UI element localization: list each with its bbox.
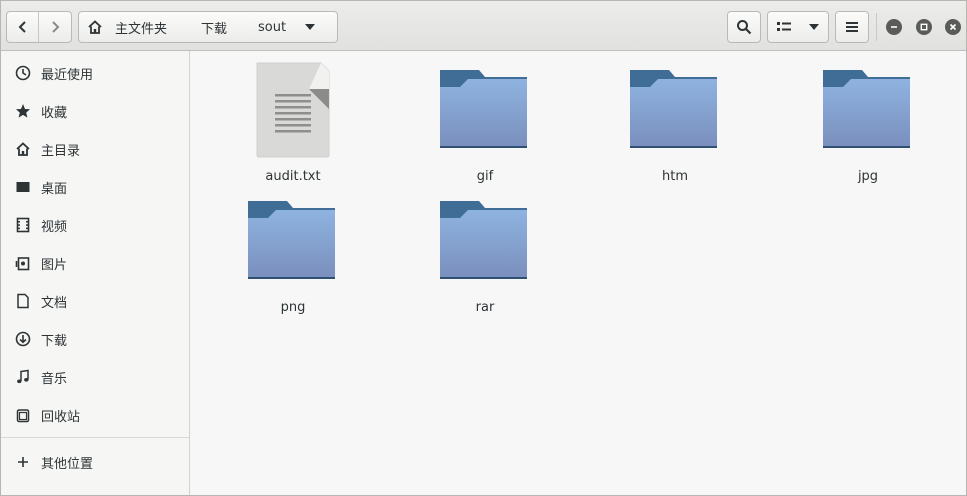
- recent-icon: [15, 65, 31, 81]
- star-icon: [15, 103, 31, 119]
- home-icon: [88, 20, 102, 34]
- menu-button[interactable]: [835, 11, 869, 43]
- sidebar-separator: [1, 437, 189, 438]
- maximize-button[interactable]: [916, 19, 932, 35]
- folder-item[interactable]: png: [223, 192, 363, 317]
- folder-item[interactable]: htm: [605, 61, 745, 186]
- file-item[interactable]: audit.txt: [223, 61, 363, 186]
- sidebar-item-starred[interactable]: 收藏: [1, 92, 189, 128]
- history-nav-group: [6, 11, 72, 43]
- header-separator: [876, 13, 877, 41]
- home-icon: [15, 141, 31, 157]
- folder-icon: [630, 70, 717, 148]
- folder-icon: [823, 70, 910, 148]
- header-bar: 主文件夹 下载 sout: [1, 1, 966, 51]
- view-options-group: [767, 11, 829, 43]
- picture-icon: [15, 255, 31, 271]
- search-icon: [737, 20, 752, 35]
- close-button[interactable]: [945, 19, 961, 35]
- sidebar-item-home[interactable]: 主目录: [1, 130, 189, 166]
- path-bar: 主文件夹 下载 sout: [78, 11, 338, 43]
- caret-down-icon: [809, 24, 819, 30]
- file-name: gif: [476, 169, 494, 184]
- file-name: rar: [475, 300, 495, 315]
- sidebar-item-label: 视频: [41, 220, 68, 235]
- close-icon: [949, 23, 957, 31]
- sidebar-item-pictures[interactable]: 图片: [1, 244, 189, 280]
- sidebar-item-recent[interactable]: 最近使用: [1, 54, 189, 90]
- maximize-icon: [920, 23, 928, 31]
- sidebar-item-label: 其他位置: [41, 457, 94, 472]
- path-segment-home-label: 主文件夹: [115, 21, 168, 37]
- folder-item[interactable]: rar: [415, 192, 555, 317]
- sidebar-item-trash[interactable]: 回收站: [1, 396, 189, 432]
- desktop-icon: [15, 179, 31, 195]
- hamburger-menu-icon: [846, 22, 858, 32]
- trash-icon: [15, 407, 31, 423]
- path-home-button[interactable]: 主文件夹: [87, 18, 167, 37]
- file-name: audit.txt: [265, 169, 321, 184]
- music-icon: [15, 369, 31, 385]
- document-icon: [15, 293, 31, 309]
- forward-button[interactable]: [39, 12, 71, 42]
- sidebar-item-label: 回收站: [41, 410, 81, 425]
- sidebar-item-label: 文档: [41, 296, 68, 311]
- minimize-button[interactable]: [886, 19, 902, 35]
- path-segment-current[interactable]: sout: [258, 20, 286, 35]
- chevron-left-icon: [18, 21, 26, 33]
- sidebar-item-other-locations[interactable]: 其他位置: [1, 443, 189, 479]
- minimize-icon: [891, 26, 897, 28]
- file-name: png: [280, 300, 306, 315]
- sidebar-item-documents[interactable]: 文档: [1, 282, 189, 318]
- file-name: jpg: [857, 169, 879, 184]
- view-dropdown-button[interactable]: [800, 12, 828, 42]
- sidebar-item-label: 最近使用: [41, 68, 94, 83]
- chevron-right-icon: [52, 21, 60, 33]
- sidebar-item-label: 收藏: [41, 106, 68, 121]
- sidebar-item-label: 主目录: [41, 144, 81, 159]
- sidebar-item-label: 桌面: [41, 182, 68, 197]
- sidebar-item-label: 音乐: [41, 372, 68, 387]
- sidebar-item-music[interactable]: 音乐: [1, 358, 189, 394]
- folder-icon: [248, 201, 335, 279]
- sidebar-item-label: 下载: [41, 334, 68, 349]
- sidebar-item-downloads[interactable]: 下载: [1, 320, 189, 356]
- search-button[interactable]: [727, 11, 761, 43]
- path-dropdown-button[interactable]: [304, 20, 316, 35]
- sidebar-item-label: 图片: [41, 258, 68, 273]
- places-sidebar: 最近使用 收藏 主目录 桌面 视频 图片 文档 下载 音乐 回收站 其他位置: [1, 51, 190, 495]
- list-view-icon: [777, 22, 791, 31]
- file-view: audit.txt gif htm jpg png rar: [191, 51, 966, 495]
- folder-item[interactable]: gif: [415, 61, 555, 186]
- file-name: htm: [662, 169, 688, 184]
- file-manager-window: 主文件夹 下载 sout 最近使用 收藏 主目录 桌面 视频 图片 文档 下载 …: [0, 0, 967, 496]
- folder-item[interactable]: jpg: [798, 61, 938, 186]
- download-icon: [15, 331, 31, 347]
- list-view-button[interactable]: [768, 12, 800, 42]
- caret-down-icon: [305, 23, 316, 30]
- text-file-icon: [256, 62, 330, 158]
- folder-icon: [440, 201, 527, 279]
- back-button[interactable]: [7, 12, 40, 42]
- sidebar-item-desktop[interactable]: 桌面: [1, 168, 189, 204]
- path-segment-downloads[interactable]: 下载: [201, 18, 227, 37]
- plus-icon: [15, 454, 31, 470]
- video-icon: [15, 217, 31, 233]
- sidebar-item-videos[interactable]: 视频: [1, 206, 189, 242]
- folder-icon: [440, 70, 527, 148]
